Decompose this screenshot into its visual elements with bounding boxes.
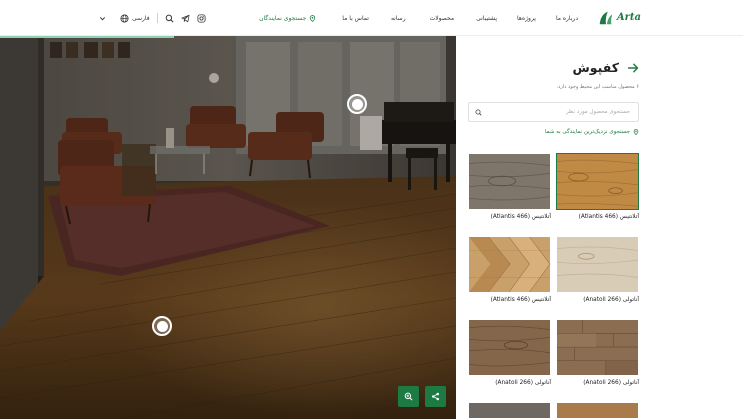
product-swatch bbox=[468, 319, 551, 376]
product-swatch bbox=[468, 402, 551, 419]
nav-projects[interactable]: پروژه‌ها bbox=[517, 15, 536, 22]
search-icon[interactable] bbox=[165, 14, 174, 23]
language-label: فارسی bbox=[132, 14, 150, 22]
product-swatch bbox=[556, 319, 639, 376]
product-name: آناتولی (Anatoli 266) bbox=[495, 380, 551, 386]
brand-wordmark: Arta bbox=[617, 13, 641, 23]
zoom-in-icon bbox=[404, 392, 413, 401]
main-menu: درباره ما پروژه‌ها پشتیبانی محصولات رسان… bbox=[259, 0, 578, 36]
arta-logo-icon bbox=[599, 11, 613, 25]
room-scene bbox=[0, 36, 456, 419]
share-icon bbox=[431, 392, 440, 401]
brand-logo[interactable]: Arta bbox=[597, 8, 641, 28]
product-name: آناتولی (Anatoli 266) bbox=[583, 297, 639, 303]
product-name: آتلانتیس (Atlantis 466) bbox=[490, 214, 551, 220]
nav-products[interactable]: محصولات bbox=[430, 15, 454, 22]
product-tile[interactable]: آتلانتیس (Atlantis 466) bbox=[468, 153, 551, 220]
nav-find-dealers-label: جستجوی نمایندگان bbox=[259, 14, 307, 22]
product-swatch bbox=[556, 153, 639, 210]
product-search[interactable] bbox=[468, 102, 639, 122]
product-name: آتلانتیس (Atlantis 466) bbox=[490, 297, 551, 303]
location-pin-icon bbox=[310, 14, 316, 22]
arrow-right-icon[interactable] bbox=[627, 62, 639, 74]
results-count: ۶ محصول مناسب این محیط وجود دارد. bbox=[556, 84, 639, 90]
nav-find-dealers[interactable]: جستجوی نمایندگان bbox=[259, 15, 316, 22]
product-swatch bbox=[468, 236, 551, 293]
top-navigation-bar: Arta درباره ما پروژه‌ها پشتیبانی محصولات… bbox=[0, 0, 743, 36]
product-swatch bbox=[556, 236, 639, 293]
product-panel: کفپوش ۶ محصول مناسب این محیط وجود دارد. … bbox=[456, 36, 743, 419]
language-selector[interactable]: فارسی bbox=[120, 13, 150, 23]
brand-name: Arta bbox=[616, 12, 641, 23]
room-visualizer[interactable] bbox=[0, 36, 456, 419]
hotspot-wall[interactable] bbox=[347, 94, 367, 114]
product-tile[interactable]: آتلانتیس (Atlantis 466) bbox=[556, 153, 639, 220]
product-tile[interactable]: آتلانتیس (Atlantis 466) bbox=[468, 236, 551, 303]
product-tile[interactable]: آناتولی (Anatoli 266) bbox=[556, 236, 639, 303]
hotspot-floor[interactable] bbox=[152, 316, 172, 336]
product-tile[interactable] bbox=[468, 402, 551, 419]
nearest-dealer-link[interactable]: جستجوی نزدیک‌ترین نمایندگی به شما bbox=[545, 129, 639, 135]
product-swatch bbox=[468, 153, 551, 210]
search-icon[interactable] bbox=[475, 109, 482, 116]
chevron-down-icon[interactable] bbox=[98, 14, 107, 23]
product-name: آناتولی (Anatoli 266) bbox=[583, 380, 639, 386]
share-button[interactable] bbox=[425, 386, 446, 407]
product-tile[interactable]: آناتولی (Anatoli 266) bbox=[556, 319, 639, 386]
loading-progress-bar bbox=[0, 36, 174, 38]
product-search-input[interactable] bbox=[482, 109, 630, 115]
product-tile[interactable]: آناتولی (Anatoli 266) bbox=[468, 319, 551, 386]
globe-icon bbox=[120, 13, 129, 23]
instagram-icon[interactable] bbox=[197, 13, 206, 23]
nav-contact[interactable]: تماس با ما bbox=[342, 15, 369, 22]
page-title: کفپوش bbox=[572, 60, 619, 75]
nav-about[interactable]: درباره ما bbox=[556, 15, 578, 22]
nav-media[interactable]: رسانه bbox=[391, 15, 406, 22]
nav-support[interactable]: پشتیبانی bbox=[476, 15, 497, 22]
location-pin-icon bbox=[633, 129, 639, 135]
header-tools: فارسی bbox=[98, 0, 206, 36]
zoom-button[interactable] bbox=[398, 386, 419, 407]
product-swatch bbox=[556, 402, 639, 419]
telegram-icon[interactable] bbox=[181, 14, 190, 23]
divider bbox=[156, 13, 158, 23]
product-name: آتلانتیس (Atlantis 466) bbox=[578, 214, 639, 220]
nearest-dealer-label: جستجوی نزدیک‌ترین نمایندگی به شما bbox=[544, 129, 630, 135]
product-tile[interactable] bbox=[556, 402, 639, 419]
panel-header: کفپوش bbox=[573, 60, 639, 75]
